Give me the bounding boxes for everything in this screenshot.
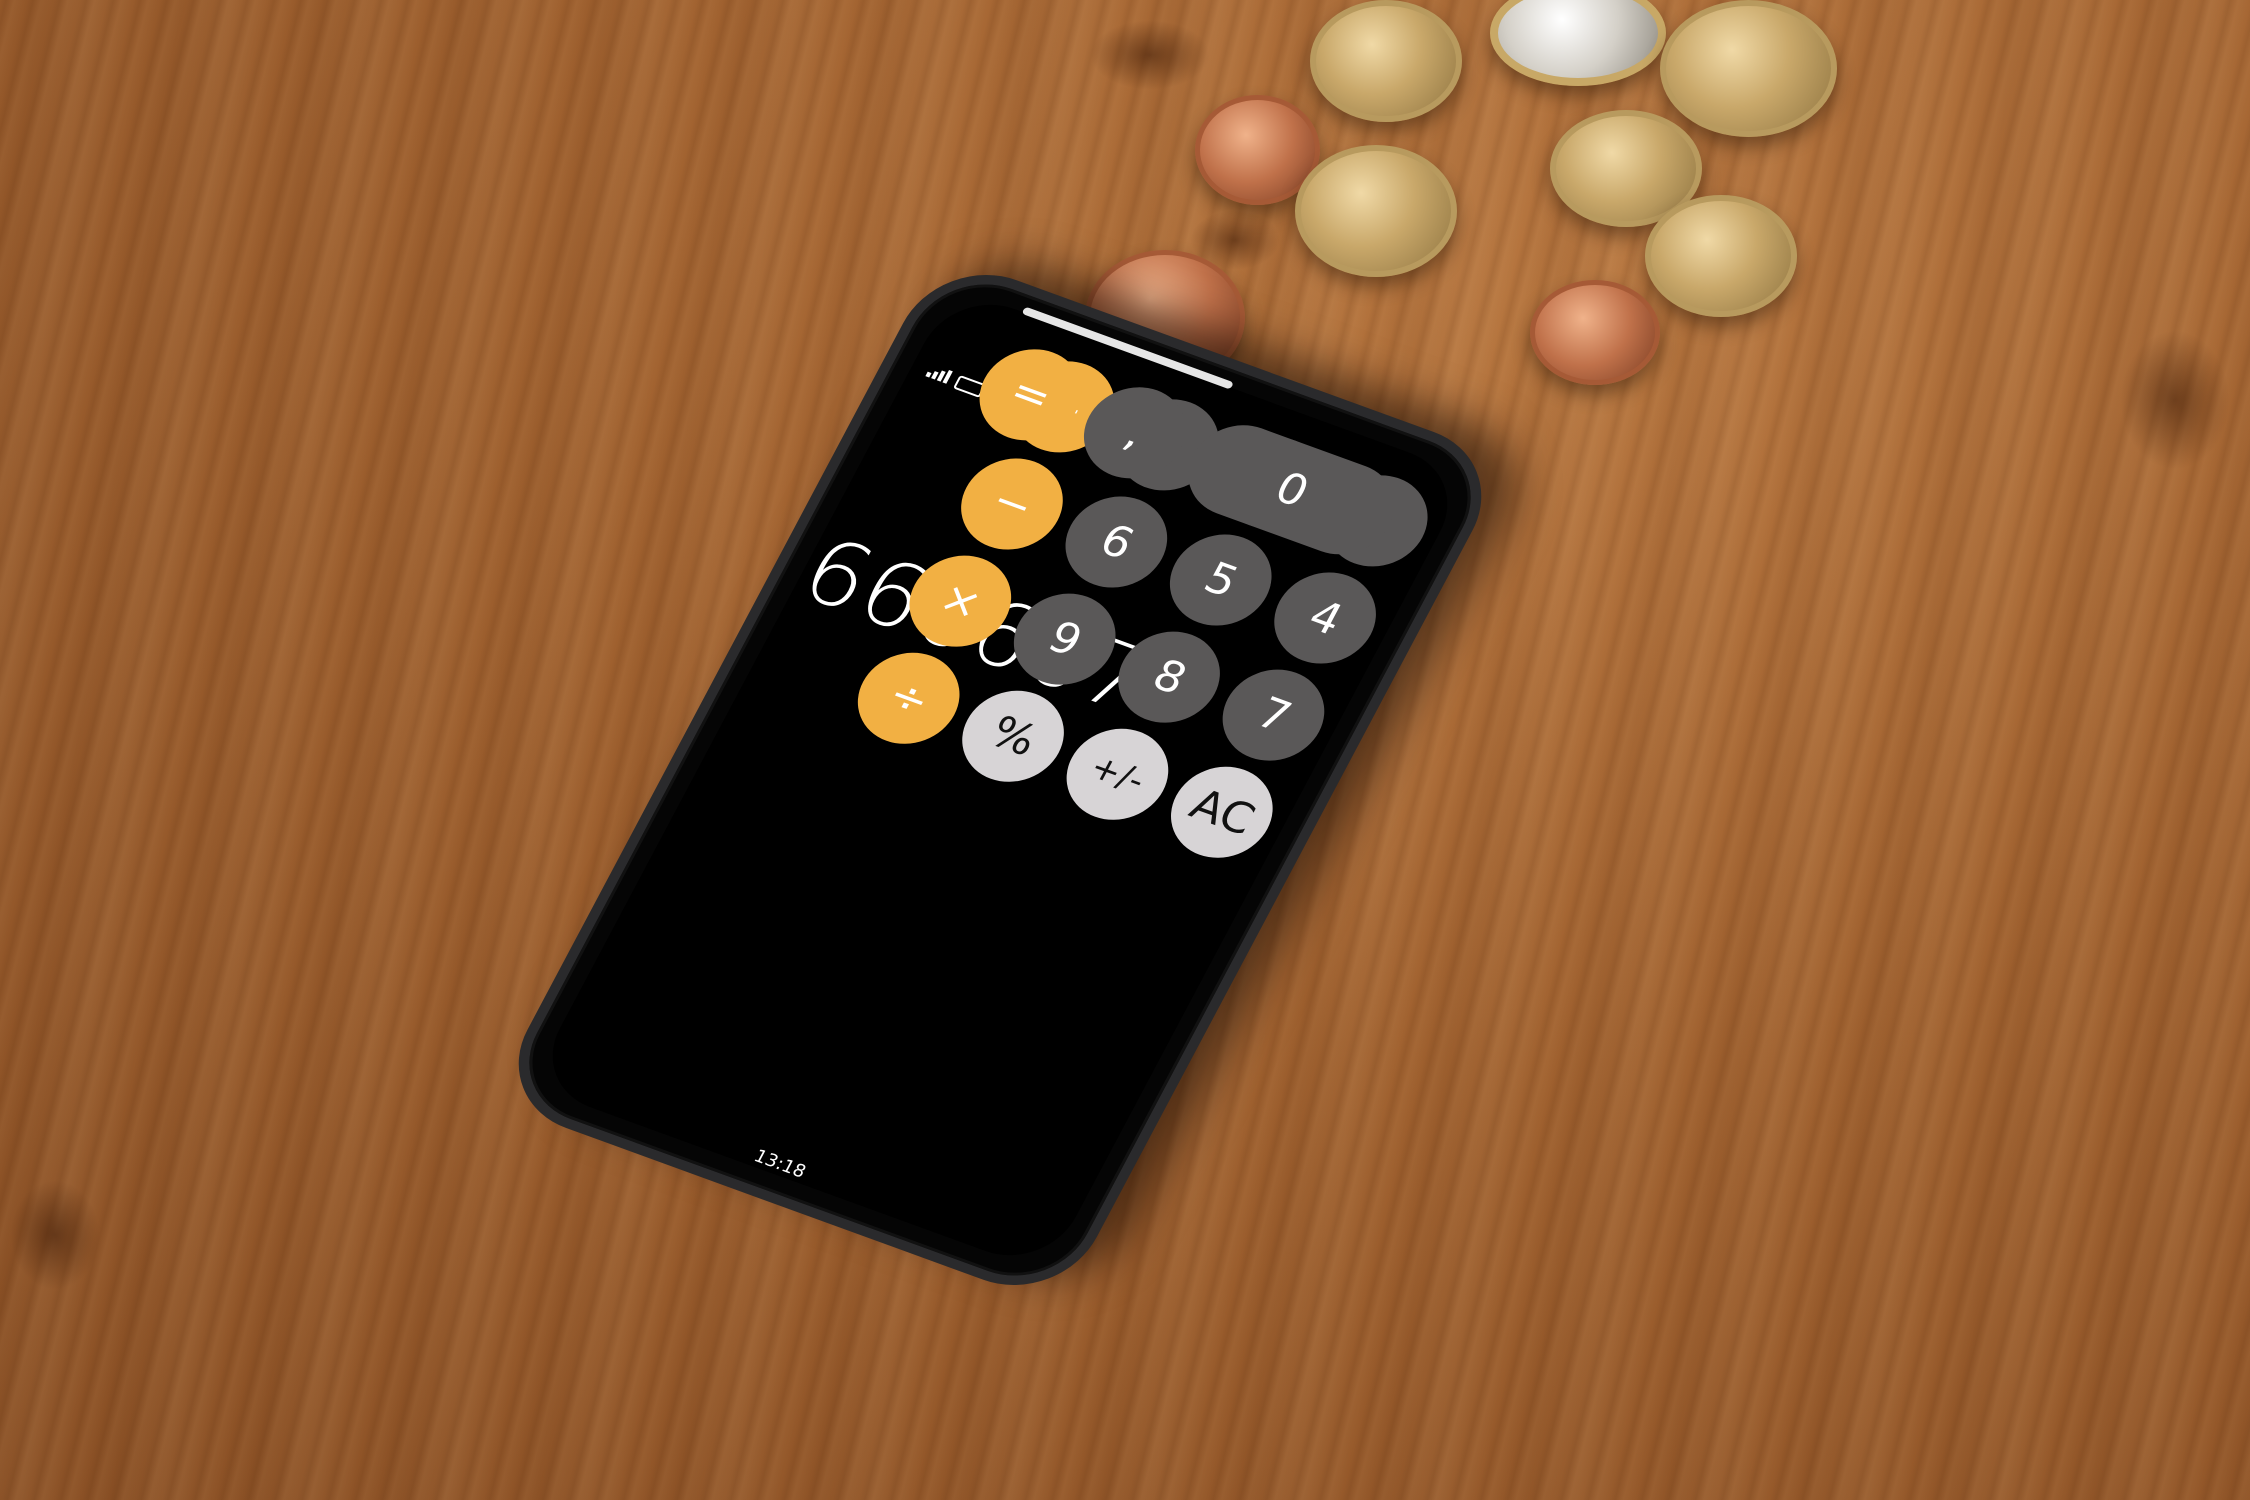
equals-button[interactable]: =	[962, 335, 1099, 454]
wood-knot	[10, 1180, 100, 1290]
comma-label: ,	[1116, 407, 1154, 458]
coin	[1530, 280, 1660, 385]
coin	[1645, 195, 1797, 317]
wood-knot	[2120, 330, 2230, 470]
coin	[1660, 0, 1837, 137]
digit-0-label: 0	[1266, 462, 1317, 518]
coin	[1490, 0, 1666, 86]
coin	[1310, 0, 1462, 122]
zero-button[interactable]: 0	[1171, 411, 1412, 568]
equals-label: =	[1000, 365, 1060, 424]
comma-button[interactable]: ,	[1066, 373, 1203, 492]
wood-knot	[1090, 20, 1210, 90]
coin	[1295, 145, 1457, 277]
